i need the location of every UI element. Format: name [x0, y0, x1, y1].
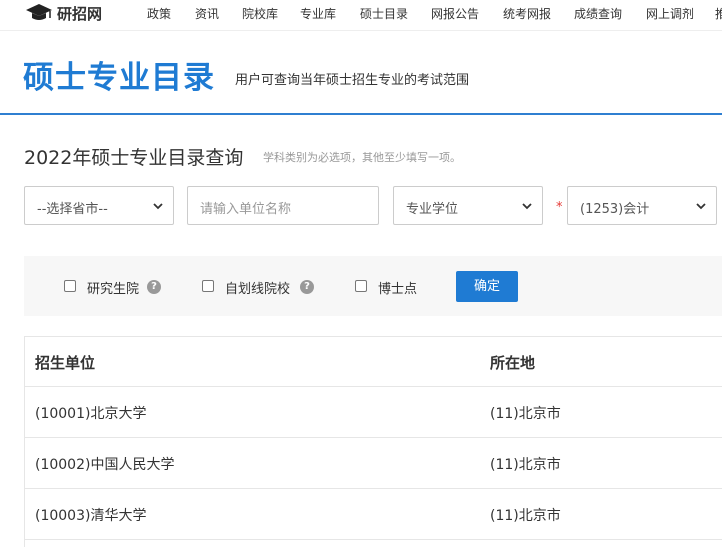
province-select[interactable]: --选择省市-- — [24, 186, 174, 225]
major-select[interactable]: (1253)会计 — [567, 186, 717, 225]
unit-name-input[interactable]: 请输入单位名称 — [187, 186, 379, 225]
query-title: 2022年硕士专业目录查询 — [24, 147, 244, 169]
graduation-cap-icon — [26, 4, 52, 20]
table-cell-location: (11)北京市 — [490, 457, 561, 473]
nav-item-majors[interactable]: 专业库 — [300, 5, 336, 22]
nav-item-adjustment[interactable]: 网上调剂 — [646, 5, 694, 22]
page-subtitle: 用户可查询当年硕士招生专业的考试范围 — [235, 73, 470, 88]
help-icon[interactable]: ? — [300, 280, 314, 294]
unit-name-placeholder: 请输入单位名称 — [200, 202, 292, 217]
chevron-down-icon — [696, 203, 706, 210]
top-nav: 研招网 政策 资讯 院校库 专业库 硕士目录 网报公告 统考网报 成绩查询 网上… — [0, 0, 722, 30]
chevron-down-icon — [153, 203, 163, 210]
row-divider — [24, 437, 722, 438]
row-divider — [24, 539, 722, 540]
nav-item-master-catalog[interactable]: 硕士目录 — [360, 5, 408, 22]
logo-text: 研招网 — [57, 4, 103, 23]
graduate-school-label: 研究生院 — [87, 282, 140, 297]
nav-item-news[interactable]: 资讯 — [195, 5, 219, 22]
table-cell-unit[interactable]: (10003)清华大学 — [35, 505, 146, 525]
help-icon[interactable]: ? — [147, 280, 161, 294]
page-title: 硕士专业目录 — [23, 60, 215, 96]
chevron-down-icon — [522, 203, 532, 210]
nav-item-announcements[interactable]: 网报公告 — [431, 5, 479, 22]
column-header-unit: 招生单位 — [35, 354, 96, 372]
table-cell-location: (11)北京市 — [490, 508, 561, 524]
column-header-location: 所在地 — [490, 354, 536, 372]
nav-item-exam-registration[interactable]: 统考网报 — [503, 5, 551, 22]
major-select-value: (1253)会计 — [580, 202, 650, 217]
nav-item-schools[interactable]: 院校库 — [242, 5, 278, 22]
site-logo[interactable]: 研招网 — [25, 2, 102, 24]
degree-type-select[interactable]: 专业学位 — [393, 186, 543, 225]
table-cell-location: (11)北京市 — [490, 406, 561, 422]
phd-checkbox[interactable] — [355, 280, 367, 292]
query-note: 学科类别为必选项，其他至少填写一项。 — [263, 151, 461, 164]
required-mark: * — [556, 200, 563, 215]
header-divider — [0, 113, 722, 115]
nav-item-score-query[interactable]: 成绩查询 — [574, 5, 622, 22]
graduate-school-checkbox[interactable] — [64, 280, 76, 292]
phd-label: 博士点 — [378, 282, 418, 297]
nav-item-more[interactable]: 推 — [715, 5, 722, 22]
confirm-button[interactable]: 确定 — [456, 271, 518, 302]
self-line-checkbox[interactable] — [202, 280, 214, 292]
nav-divider — [0, 30, 722, 31]
table-cell-unit[interactable]: (10001)北京大学 — [35, 403, 146, 423]
nav-item-policy[interactable]: 政策 — [147, 5, 171, 22]
row-divider — [24, 488, 722, 489]
row-divider — [24, 386, 722, 387]
province-select-value: --选择省市-- — [37, 202, 108, 217]
self-line-label: 自划线院校 — [225, 282, 291, 297]
table-cell-unit[interactable]: (10002)中国人民大学 — [35, 454, 174, 474]
degree-type-value: 专业学位 — [406, 202, 459, 217]
